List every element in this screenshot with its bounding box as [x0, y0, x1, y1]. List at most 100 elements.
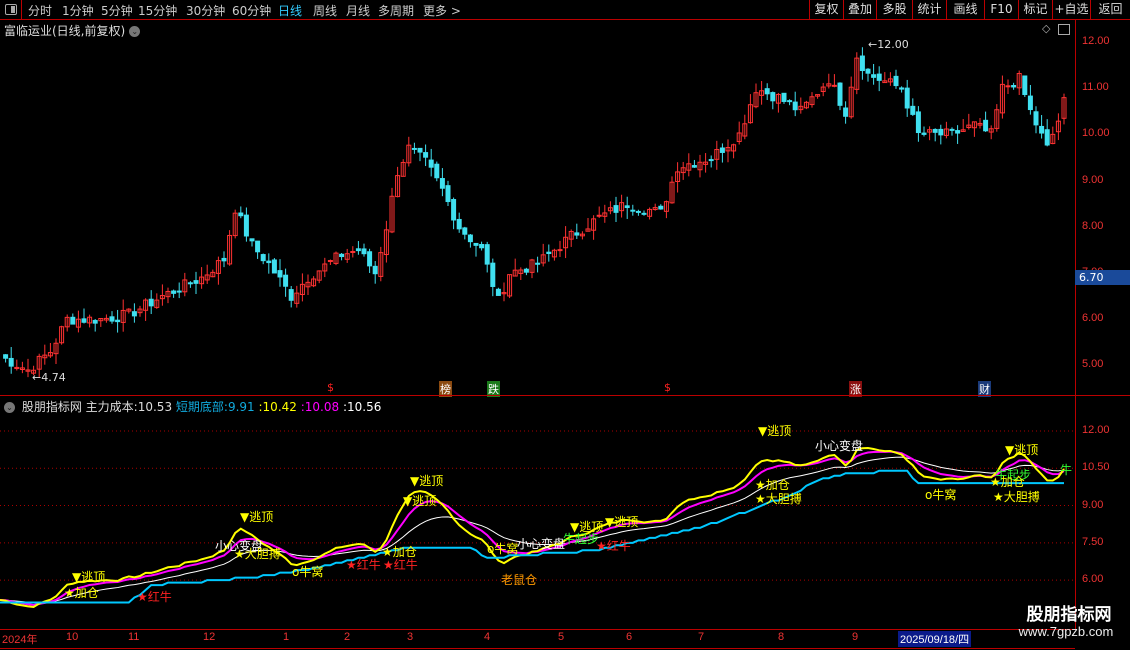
period-tab[interactable]: 30分钟 [186, 2, 225, 19]
signal-label: ▼逃顶 [72, 570, 106, 584]
signal-label: ★红牛 [137, 590, 172, 604]
toolbar-button[interactable]: 画线 [946, 0, 984, 20]
candle-body [1027, 95, 1033, 111]
candle-body [8, 357, 14, 367]
candle-body [523, 268, 529, 273]
candle-body [115, 319, 121, 323]
price-axis: 12.0011.0010.009.008.007.006.005.00 [1075, 20, 1130, 397]
signal-label: 小心变盘 [815, 439, 864, 453]
period-tab[interactable]: 周线 [313, 2, 337, 19]
date-label: 3 [407, 631, 414, 643]
signal-label: ★大胆搏 [993, 490, 1040, 504]
candle-body [238, 212, 244, 217]
signal-label: ★红牛 [346, 558, 381, 572]
toolbar-button[interactable]: 标记 [1018, 0, 1052, 20]
indicator-tick: 10.50 [1082, 461, 1110, 474]
candle-body [456, 218, 462, 230]
candle-body [1011, 85, 1017, 88]
candle-body [439, 178, 445, 189]
toolbar-button[interactable]: 叠加 [843, 0, 876, 20]
toolbar-button[interactable]: +自选 [1052, 0, 1090, 20]
candle-body [339, 253, 345, 258]
signal-label: o牛窝 [292, 565, 324, 579]
period-tab[interactable]: 分时 [28, 2, 52, 19]
period-tab[interactable]: 15分钟 [138, 2, 177, 19]
candle-body [770, 92, 776, 102]
candle-body [915, 111, 921, 134]
candle-body [193, 280, 199, 284]
candle-body [557, 249, 563, 252]
signal-label: o牛窝 [487, 542, 519, 556]
candle-body [445, 185, 451, 203]
panel-icon [5, 4, 17, 15]
candle-body [451, 199, 457, 221]
candle-body [467, 234, 473, 243]
period-tab[interactable]: 1分钟 [62, 2, 94, 19]
toolbar-button[interactable]: 多股 [876, 0, 912, 20]
date-label: 10 [66, 631, 79, 643]
event-marker[interactable]: $ [663, 381, 672, 394]
candle-body [490, 262, 496, 287]
toolbar: 分时 1分钟 5分钟 15分钟 30分钟 60分钟 日线 周线 月线 多周期 更多 > 复权 叠加 多股统… [0, 0, 1130, 20]
candle-body [921, 132, 927, 135]
candle-body [910, 105, 916, 115]
candle-body [92, 319, 98, 324]
signal-label: 小心变盘 [517, 537, 566, 551]
candle-body [837, 82, 843, 106]
signal-label: ▼逃顶 [240, 510, 274, 524]
toolbar-button[interactable]: 复权 [809, 0, 843, 20]
candle-body [1039, 125, 1045, 134]
date-label: 6 [626, 631, 633, 643]
toolbar-button[interactable]: F10 [984, 0, 1018, 20]
candle-body [641, 212, 647, 215]
high-price-label: ←12.00 [868, 38, 909, 51]
candle-body [949, 128, 955, 131]
candle-body [708, 159, 714, 162]
candle-body [187, 282, 193, 285]
date-label: 5 [558, 631, 565, 643]
candle-body [781, 92, 787, 102]
candlestick-chart[interactable] [0, 20, 1075, 395]
candle-body [787, 100, 793, 103]
panel-toggle-button[interactable] [0, 0, 22, 20]
candle-body [871, 74, 877, 78]
watermark-url: www.7gpzb.com [1018, 624, 1114, 639]
indicator-tick: 9.00 [1082, 498, 1104, 511]
period-tab[interactable]: 多周期 [378, 2, 414, 19]
divider [0, 629, 1075, 630]
signal-label: ▼逃顶 [605, 515, 639, 529]
candle-body [361, 248, 367, 255]
candle-body [630, 209, 636, 212]
candle-body [372, 265, 378, 275]
period-tab[interactable]: 更多 > [423, 2, 461, 19]
signal-label: ▼逃顶 [1005, 443, 1039, 457]
period-tab[interactable]: 60分钟 [232, 2, 271, 19]
indicator-tick: 12.00 [1082, 424, 1110, 436]
candle-body [249, 238, 255, 242]
candle-body [271, 259, 277, 274]
toolbar-button[interactable]: 返回 [1090, 0, 1130, 20]
candle-body [932, 128, 938, 133]
period-tab[interactable]: 日线 [278, 2, 302, 19]
candle-body [893, 75, 899, 87]
candle-body [719, 147, 725, 153]
period-tab[interactable]: 5分钟 [101, 2, 133, 19]
signal-label: ▼逃顶 [403, 494, 437, 508]
indicator-tick: 7.50 [1082, 535, 1104, 548]
candle-body [479, 244, 485, 249]
indicator-axis: 12.00 10.50 9.00 7.50 6.00 [1075, 397, 1130, 629]
period-tab[interactable]: 月线 [346, 2, 370, 19]
candle-body [691, 165, 697, 168]
toolbar-button[interactable]: 统计 [912, 0, 946, 20]
candle-body [266, 260, 272, 264]
event-marker[interactable]: $ [326, 381, 335, 394]
candle-body [792, 101, 798, 111]
candle-body [1005, 85, 1011, 88]
candle-body [1022, 75, 1028, 95]
candle-body [411, 147, 417, 150]
candle-body [658, 205, 664, 210]
candle-body [546, 251, 552, 255]
candle-body [417, 147, 423, 153]
date-label: 9 [852, 631, 859, 643]
candle-body [260, 254, 266, 262]
